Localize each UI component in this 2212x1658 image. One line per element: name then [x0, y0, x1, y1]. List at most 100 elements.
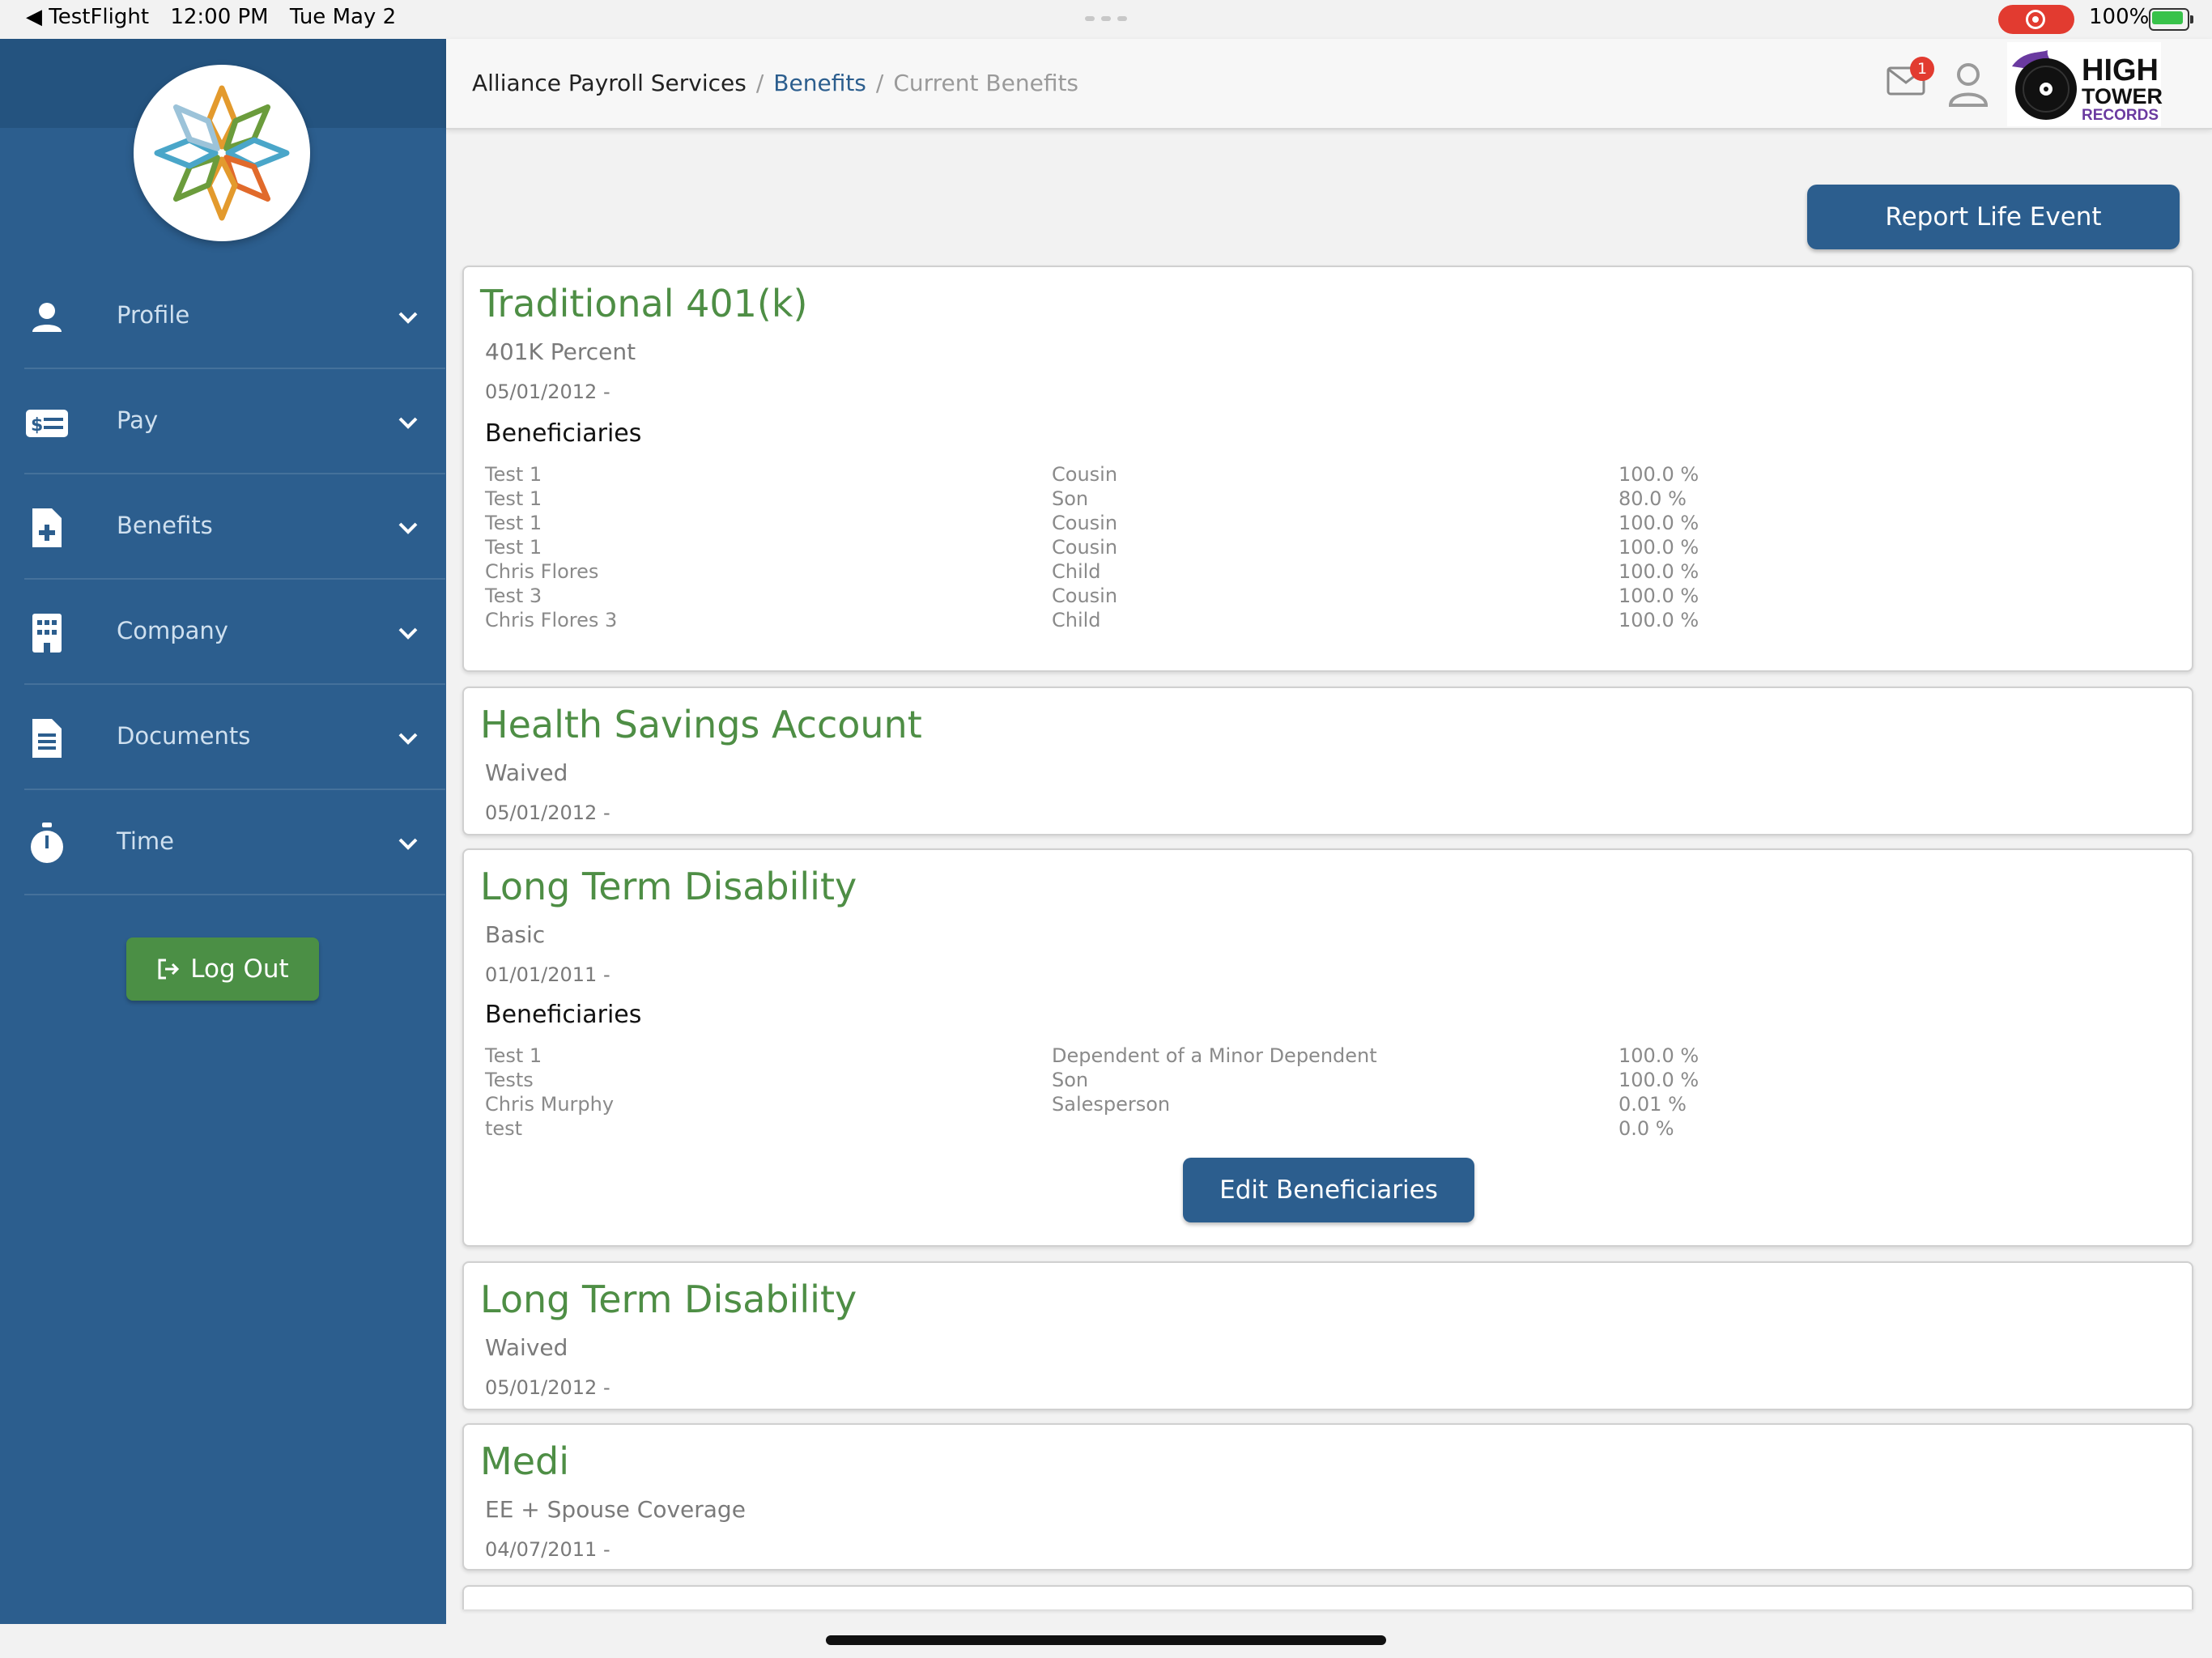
benefit-plan: Basic — [485, 921, 546, 948]
medical-document-icon — [32, 508, 62, 547]
breadcrumb-home[interactable]: Alliance Payroll Services — [472, 70, 747, 96]
benefit-plan: EE + Spouse Coverage — [485, 1496, 746, 1523]
sidebar-item-label: Benefits — [117, 512, 213, 539]
chevron-down-icon[interactable] — [393, 513, 423, 542]
sidebar-item-pay[interactable]: $ Pay — [24, 371, 445, 474]
brand-text: HIGH TOWER RECORDS — [2082, 55, 2163, 123]
breadcrumb-separator: / — [875, 70, 884, 96]
person-icon — [32, 303, 62, 332]
benefit-card: Medi EE + Spouse Coverage 04/07/2011 - — [462, 1423, 2193, 1571]
benefit-title: Medi — [480, 1439, 569, 1483]
brand-line-1: HIGH — [2082, 53, 2159, 87]
beneficiary-percent: 0.01 % — [1619, 1093, 1687, 1116]
beneficiary-relation: Child — [1052, 609, 1101, 631]
beneficiary-relation: Son — [1052, 487, 1089, 510]
beneficiary-row: Test 1 Dependent of a Minor Dependent 100.… — [485, 1044, 2153, 1069]
multitasking-dots-icon[interactable] — [1085, 16, 1127, 21]
beneficiary-relation: Cousin — [1052, 536, 1118, 559]
benefit-date: 01/01/2011 - — [485, 963, 610, 986]
beneficiary-name: Chris Murphy — [485, 1093, 615, 1116]
breadcrumb-current: Current Benefits — [893, 70, 1079, 96]
benefit-card: Long Term Disability Basic 01/01/2011 - … — [462, 848, 2193, 1247]
beneficiary-name: test — [485, 1117, 523, 1140]
sidebar-nav: Profile $ Pay Benefits Company Documents… — [0, 266, 446, 897]
benefit-date: 05/01/2012 - — [485, 801, 610, 824]
beneficiary-name: Test 3 — [485, 585, 542, 607]
beneficiary-percent: 100.0 % — [1619, 560, 1699, 583]
beneficiary-row: Test 1 Cousin 100.0 % — [485, 512, 2153, 536]
status-time: 12:00 PM — [170, 5, 269, 29]
company-logo[interactable] — [134, 65, 310, 241]
sidebar-item-label: Documents — [117, 722, 251, 750]
beneficiary-row: Test 1 Son 80.0 % — [485, 487, 2153, 512]
benefit-title: Long Term Disability — [480, 865, 857, 908]
back-app-label: TestFlight — [49, 5, 150, 29]
beneficiary-relation: Cousin — [1052, 512, 1118, 534]
beneficiaries-table: Test 1 Cousin 100.0 % Test 1 Son 80.0 % Test… — [485, 463, 2153, 633]
chevron-down-icon[interactable] — [393, 724, 423, 753]
home-indicator[interactable] — [826, 1635, 1386, 1645]
sidebar-item-label: Pay — [117, 406, 159, 434]
benefit-card: Traditional 401(k) 401K Percent 05/01/20… — [462, 266, 2193, 672]
beneficiary-relation: Salesperson — [1052, 1093, 1171, 1116]
breadcrumb: Alliance Payroll Services / Benefits / Curre… — [472, 70, 1078, 96]
sidebar-item-label: Profile — [117, 301, 190, 329]
chevron-down-icon[interactable] — [393, 408, 423, 437]
breadcrumb-benefits-link[interactable]: Benefits — [773, 70, 866, 96]
beneficiaries-table: Test 1 Dependent of a Minor Dependent 100.… — [485, 1044, 2153, 1141]
beneficiary-name: Test 1 — [485, 536, 542, 559]
beneficiary-relation: Child — [1052, 560, 1101, 583]
beneficiary-name: Test 1 — [485, 487, 542, 510]
beneficiary-row: Test 1 Cousin 100.0 % — [485, 463, 2153, 487]
chevron-down-icon[interactable] — [393, 829, 423, 858]
sidebar-item-company[interactable]: Company — [24, 581, 445, 685]
beneficiary-percent: 100.0 % — [1619, 463, 1699, 486]
sidebar-item-label: Time — [117, 827, 174, 855]
sidebar-item-profile[interactable]: Profile — [24, 266, 445, 369]
report-life-event-button[interactable]: Report Life Event — [1807, 185, 2180, 249]
sidebar-item-benefits[interactable]: Benefits — [24, 476, 445, 580]
beneficiary-percent: 0.0 % — [1619, 1117, 1674, 1140]
sidebar-item-label: Company — [117, 617, 228, 644]
sidebar-item-documents[interactable]: Documents — [24, 687, 445, 790]
beneficiary-row: test 0.0 % — [485, 1117, 2153, 1141]
beneficiary-row: Chris Flores 3 Child 100.0 % — [485, 609, 2153, 633]
beneficiary-percent: 100.0 % — [1619, 1044, 1699, 1067]
chevron-down-icon[interactable] — [393, 619, 423, 648]
mail-notification-badge: 1 — [1910, 57, 1934, 81]
beneficiary-name: Test 1 — [485, 512, 542, 534]
chevron-down-icon[interactable] — [393, 303, 423, 332]
screen-recording-icon[interactable] — [1998, 5, 2074, 34]
back-to-app-link[interactable]: ◀ TestFlight — [26, 5, 149, 29]
benefit-plan: Waived — [485, 759, 568, 786]
beneficiary-row: Test 1 Cousin 100.0 % — [485, 536, 2153, 560]
beneficiary-row: Tests Son 100.0 % — [485, 1069, 2153, 1093]
beneficiary-relation: Cousin — [1052, 463, 1118, 486]
benefit-date: 05/01/2012 - — [485, 1376, 610, 1399]
benefit-title: Traditional 401(k) — [480, 282, 808, 325]
top-header: Alliance Payroll Services / Benefits / Curre… — [446, 39, 2212, 130]
user-account-icon[interactable] — [1946, 60, 1991, 108]
beneficiary-name: Tests — [485, 1069, 534, 1091]
benefit-date: 05/01/2012 - — [485, 380, 610, 403]
brand-line-3: RECORDS — [2082, 107, 2159, 124]
beneficiary-row: Test 3 Cousin 100.0 % — [485, 585, 2153, 609]
beneficiaries-heading: Beneficiaries — [485, 419, 642, 448]
status-date: Tue May 2 — [289, 5, 397, 29]
sidebar-item-time[interactable]: Time — [24, 792, 445, 895]
edit-beneficiaries-button[interactable]: Edit Beneficiaries — [1183, 1158, 1474, 1222]
logout-label: Log Out — [190, 954, 289, 984]
beneficiary-name: Chris Flores — [485, 560, 599, 583]
benefit-card: Health Savings Account Waived 05/01/2012… — [462, 687, 2193, 835]
beneficiary-percent: 100.0 % — [1619, 609, 1699, 631]
beneficiary-percent: 100.0 % — [1619, 1069, 1699, 1091]
beneficiary-name: Test 1 — [485, 463, 542, 486]
battery-percent: 100% — [2089, 5, 2150, 29]
beneficiary-row: Chris Murphy Salesperson 0.01 % — [485, 1093, 2153, 1117]
status-bar: ◀ TestFlight 12:00 PM Tue May 2 100% — [0, 0, 2212, 39]
benefit-title: Health Savings Account — [480, 703, 922, 746]
logout-button[interactable]: Log Out — [126, 937, 319, 1001]
beneficiary-name: Chris Flores 3 — [485, 609, 618, 631]
documents-icon — [32, 719, 62, 758]
benefit-card: Long Term Disability Waived 05/01/2012 - — [462, 1261, 2193, 1410]
